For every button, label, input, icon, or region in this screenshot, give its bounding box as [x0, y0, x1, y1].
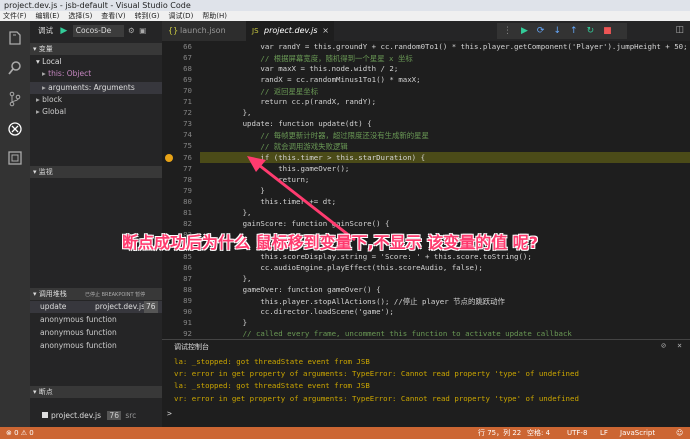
annotation-question: 断点成功后为什么 鼠标移到变量下,不显示 该变量的值 呢? [122, 233, 539, 252]
annotation-arrow [247, 156, 356, 242]
